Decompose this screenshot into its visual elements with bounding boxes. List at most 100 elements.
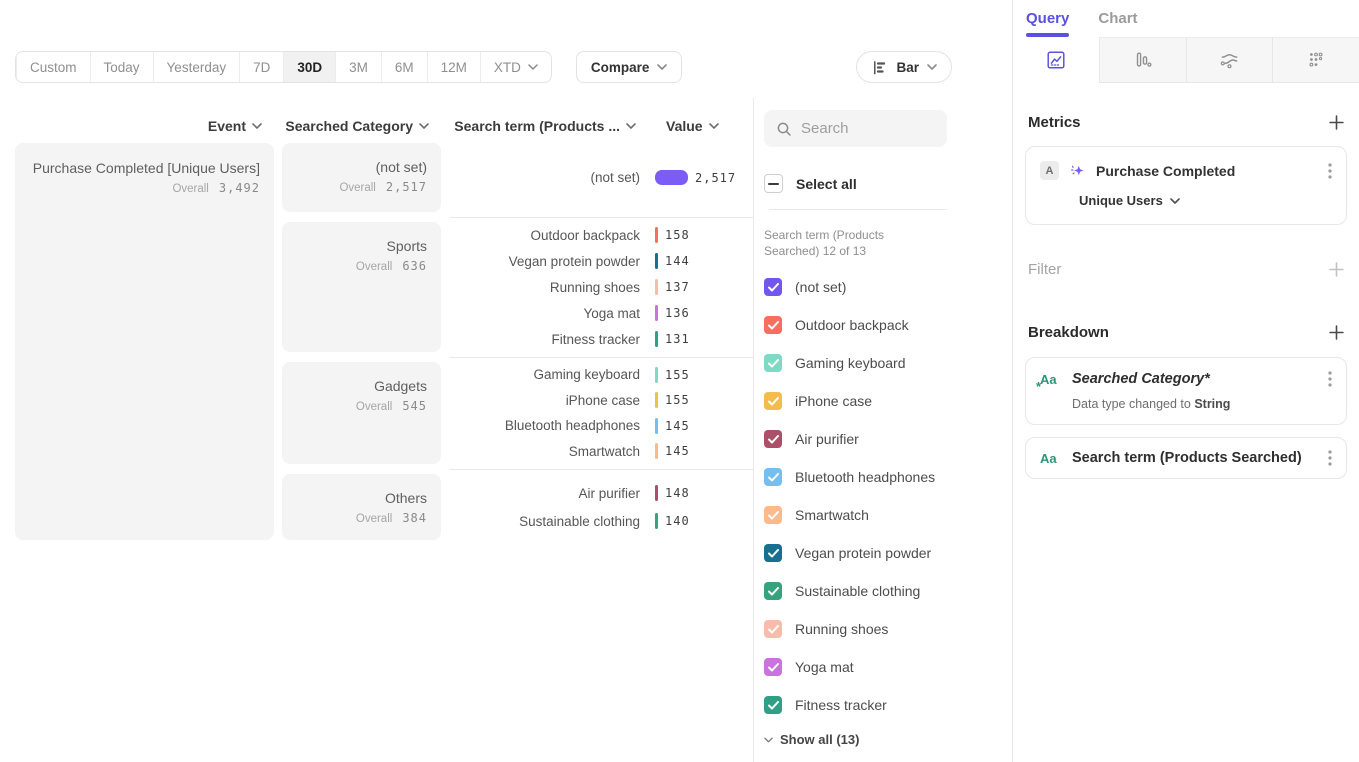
legend-search-box[interactable] (764, 110, 947, 147)
breakdown-title: Searched Category* (1072, 371, 1316, 387)
legend-item-label: (not set) (795, 279, 846, 295)
term-row[interactable]: Outdoor backpack 158 (441, 222, 749, 248)
date-range-button[interactable]: Custom (16, 52, 90, 82)
value-number: 140 (665, 514, 690, 528)
term-row[interactable]: Yoga mat 136 (441, 300, 749, 326)
value-number: 136 (665, 306, 690, 320)
term-row[interactable]: Smartwatch 145 (441, 439, 749, 465)
term-label: Yoga mat (441, 306, 640, 321)
category-cell[interactable]: Gadgets Overall 545 (282, 362, 441, 464)
term-rows: Gaming keyboard 155 iPhone case (441, 362, 749, 464)
add-filter-button[interactable] (1329, 262, 1344, 277)
breakdown-card[interactable]: Aa* Searched Category* Data type changed… (1025, 357, 1347, 425)
legend-item[interactable]: Air purifier (764, 420, 1013, 458)
measurement-dropdown[interactable]: Unique Users (1079, 193, 1332, 208)
column-header-label: Value (666, 118, 703, 134)
breakdown-heading: Breakdown (1028, 324, 1109, 341)
tab-insights[interactable] (1013, 37, 1099, 83)
legend-item[interactable]: Vegan protein powder (764, 534, 1013, 572)
checked-checkbox-icon[interactable] (764, 316, 782, 334)
kebab-menu-icon[interactable] (1328, 371, 1332, 387)
report-toolbar: Custom Today Yesterday 7D 30D (15, 51, 952, 83)
term-row[interactable]: Gaming keyboard 155 (441, 362, 749, 388)
legend-item[interactable]: Gaming keyboard (764, 344, 1013, 382)
checked-checkbox-icon[interactable] (764, 658, 782, 676)
event-name: Purchase Completed [Unique Users] (29, 160, 260, 176)
checked-checkbox-icon[interactable] (764, 354, 782, 372)
column-header-value[interactable]: Value (648, 115, 749, 137)
column-header-searched-category[interactable]: Searched Category (282, 115, 441, 137)
filter-heading: Filter (1028, 261, 1061, 278)
select-all-checkbox[interactable]: Select all (764, 174, 1013, 193)
term-row[interactable]: (not set) 2,517 (441, 164, 749, 192)
kebab-menu-icon[interactable] (1328, 450, 1332, 466)
legend-item-label: Outdoor backpack (795, 317, 909, 333)
term-row[interactable]: Sustainable clothing 140 (441, 507, 749, 535)
add-metric-button[interactable] (1329, 115, 1344, 130)
column-header-event[interactable]: Event (15, 115, 274, 137)
chart-type-select[interactable]: Bar (856, 51, 952, 83)
date-range-button[interactable]: 12M (427, 52, 480, 82)
checked-checkbox-icon[interactable] (764, 506, 782, 524)
category-cell[interactable]: (not set) Overall 2,517 (282, 143, 441, 212)
term-row[interactable]: Air purifier 148 (441, 479, 749, 507)
date-range-button[interactable]: 7D (239, 52, 283, 82)
legend-item[interactable]: Yoga mat (764, 648, 1013, 686)
term-row[interactable]: Bluetooth headphones 145 (441, 413, 749, 439)
term-row[interactable]: iPhone case 155 (441, 388, 749, 414)
metric-card[interactable]: A Purchase Completed Unique Users (1025, 146, 1347, 225)
checked-checkbox-icon[interactable] (764, 582, 782, 600)
tab-flows[interactable] (1186, 37, 1273, 83)
term-label: Sustainable clothing (441, 514, 640, 529)
checked-checkbox-icon[interactable] (764, 278, 782, 296)
legend-item[interactable]: Fitness tracker (764, 686, 1013, 724)
tab-query[interactable]: Query (1026, 10, 1069, 37)
category-cell[interactable]: Sports Overall 636 (282, 222, 441, 352)
date-range-picker: Custom Today Yesterday 7D 30D (15, 51, 552, 83)
date-range-button[interactable]: Today (90, 52, 153, 82)
tab-funnels[interactable] (1099, 37, 1186, 83)
show-all-link[interactable]: Show all (13) (764, 732, 1013, 747)
tab-retention[interactable] (1272, 37, 1359, 83)
term-row[interactable]: Vegan protein powder 144 (441, 248, 749, 274)
legend-item[interactable]: Bluetooth headphones (764, 458, 1013, 496)
date-range-button[interactable]: XTD (480, 52, 551, 82)
term-label: Bluetooth headphones (441, 418, 640, 433)
table-header-row: Event Searched Category Search term (Pro… (15, 115, 749, 137)
checked-checkbox-icon[interactable] (764, 696, 782, 714)
checked-checkbox-icon[interactable] (764, 620, 782, 638)
legend-item[interactable]: iPhone case (764, 382, 1013, 420)
date-range-label: 3M (349, 60, 368, 75)
legend-group-label: Search term (Products Searched) 12 of 13 (764, 227, 936, 259)
column-header-search-term[interactable]: Search term (Products ... (441, 115, 640, 137)
legend-item-label: Running shoes (795, 621, 888, 637)
checked-checkbox-icon[interactable] (764, 392, 782, 410)
checked-checkbox-icon[interactable] (764, 468, 782, 486)
date-range-button[interactable]: 6M (381, 52, 427, 82)
value-bar (655, 331, 658, 347)
search-input[interactable] (801, 120, 935, 137)
legend-item[interactable]: (not set) (764, 268, 1013, 306)
category-group: (not set) Overall 2,517 (not set) (282, 143, 749, 212)
compare-button[interactable]: Compare (576, 51, 683, 83)
date-range-button[interactable]: Yesterday (153, 52, 240, 82)
legend-item[interactable]: Smartwatch (764, 496, 1013, 534)
breakdown-title: Search term (Products Searched) (1072, 450, 1316, 466)
checked-checkbox-icon[interactable] (764, 430, 782, 448)
date-range-button[interactable]: 30D (283, 52, 335, 82)
kebab-menu-icon[interactable] (1328, 163, 1332, 179)
category-cell[interactable]: Others Overall 384 (282, 474, 441, 540)
overall-label: Overall (356, 513, 392, 525)
breakdown-card[interactable]: Aa* Search term (Products Searched) (1025, 437, 1347, 479)
term-row[interactable]: Fitness tracker 131 (441, 326, 749, 352)
checked-checkbox-icon[interactable] (764, 544, 782, 562)
legend-item[interactable]: Running shoes (764, 610, 1013, 648)
event-cell[interactable]: Purchase Completed [Unique Users] Overal… (15, 143, 274, 540)
legend-item[interactable]: Sustainable clothing (764, 572, 1013, 610)
tab-chart[interactable]: Chart (1098, 10, 1137, 37)
date-range-button[interactable]: 3M (335, 52, 381, 82)
add-breakdown-button[interactable] (1329, 325, 1344, 340)
value-number: 148 (665, 486, 690, 500)
legend-item[interactable]: Outdoor backpack (764, 306, 1013, 344)
term-row[interactable]: Running shoes 137 (441, 274, 749, 300)
